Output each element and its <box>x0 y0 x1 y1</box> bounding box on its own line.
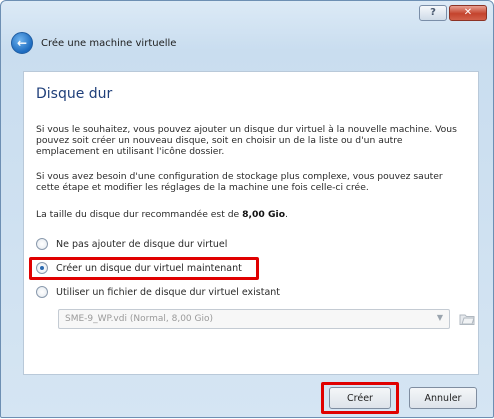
folder-icon[interactable] <box>458 309 476 329</box>
recommended-size-value: 8,00 Gio <box>242 209 286 220</box>
existing-disk-select[interactable]: SME-9_WP.vdi (Normal, 8,00 Gio) ▼ <box>58 309 450 329</box>
chevron-down-icon[interactable]: ▼ <box>437 313 443 322</box>
option-existing-disk[interactable]: Utiliser un fichier de disque dur virtue… <box>36 286 280 298</box>
recommended-size-text: La taille du disque dur recommandée est … <box>36 209 464 220</box>
back-arrow-icon[interactable]: ← <box>11 32 33 54</box>
dialog-footer: Créer Annuler <box>1 377 494 419</box>
option-no-disk[interactable]: Ne pas ajouter de disque dur virtuel <box>36 238 227 250</box>
content-panel: Disque dur Si vous le souhaitez, vous po… <box>23 71 479 375</box>
cancel-button[interactable]: Annuler <box>409 387 477 409</box>
create-button[interactable]: Créer <box>329 387 391 409</box>
radio-create-disk[interactable] <box>36 262 48 274</box>
description-paragraph-1: Si vous le souhaitez, vous pouvez ajoute… <box>36 124 457 157</box>
help-button[interactable]: ? <box>419 5 447 21</box>
window-controls: ? ✕ <box>419 5 487 21</box>
wizard-header: ← Crée une machine virtuelle <box>11 31 176 55</box>
radio-no-disk[interactable] <box>36 238 48 250</box>
page-title: Disque dur <box>36 86 113 102</box>
description-paragraph-2: Si vous avez besoin d'une configuration … <box>36 171 443 193</box>
existing-disk-value: SME-9_WP.vdi (Normal, 8,00 Gio) <box>65 314 214 324</box>
close-button[interactable]: ✕ <box>449 5 487 21</box>
option-create-disk[interactable]: Créer un disque dur virtuel maintenant <box>36 262 242 274</box>
option-create-disk-label: Créer un disque dur virtuel maintenant <box>56 262 242 274</box>
wizard-title: Crée une machine virtuelle <box>41 37 177 49</box>
option-no-disk-label: Ne pas ajouter de disque dur virtuel <box>56 238 228 250</box>
dialog-window: ? ✕ ← Crée une machine virtuelle Disque … <box>0 0 494 418</box>
option-existing-disk-label: Utiliser un fichier de disque dur virtue… <box>56 286 281 298</box>
radio-existing-disk[interactable] <box>36 286 48 298</box>
recommended-size-prefix: La taille du disque dur recommandée est … <box>36 209 243 220</box>
recommended-size-suffix: . <box>285 209 288 220</box>
